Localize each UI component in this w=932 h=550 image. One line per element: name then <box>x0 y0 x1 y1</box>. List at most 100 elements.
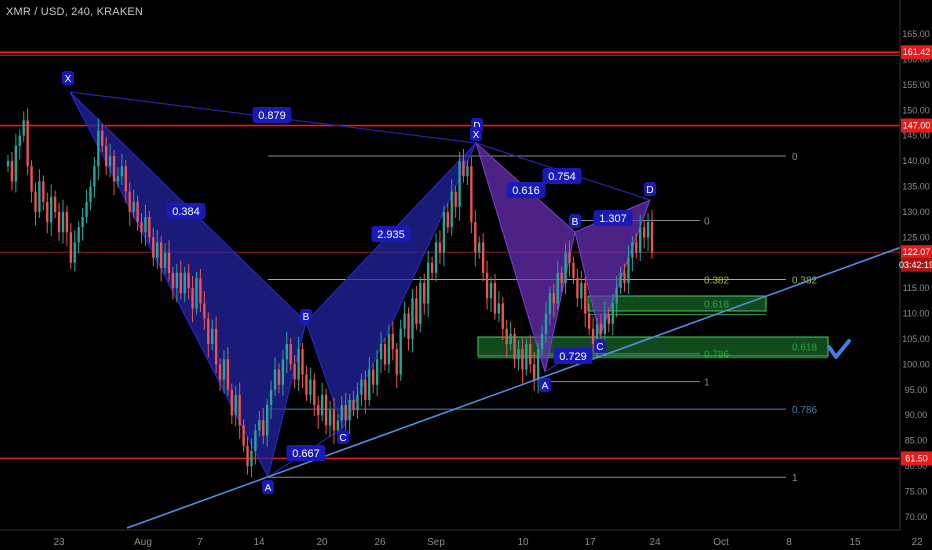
candle-body-50 <box>203 303 206 319</box>
x-tick-8: 17 <box>584 537 596 548</box>
x-tick-9: 24 <box>649 537 661 548</box>
candle-body-116 <box>462 161 465 177</box>
point-label-5: D <box>646 185 653 196</box>
candle-body-127 <box>505 328 508 345</box>
y-tick-150: 150.00 <box>902 105 930 115</box>
candle-body-14 <box>61 211 65 233</box>
y-tick-85: 85.00 <box>905 436 928 446</box>
candle-body-73 <box>293 364 296 380</box>
candle-body-18 <box>77 227 80 243</box>
price-label-2: 122.07 <box>903 247 931 257</box>
candle-body-96 <box>383 344 387 365</box>
candle-body-151 <box>599 323 603 334</box>
candle-body-157 <box>623 272 626 284</box>
candle-body-74 <box>297 349 300 380</box>
x-tick-5: 26 <box>374 537 386 548</box>
point-label-1: A <box>265 483 272 494</box>
time-axis[interactable]: 23 Aug 7 14 20 26 Sep 10 17 24 Oct 8 15 22 <box>0 529 932 550</box>
candle-body-6 <box>30 166 33 192</box>
candle-body-8 <box>38 181 41 212</box>
candle-body-114 <box>454 191 457 207</box>
x-tick-0: 23 <box>53 537 65 548</box>
candle-body-129 <box>513 333 516 360</box>
price-axis[interactable]: 70.0075.0080.0085.0090.0095.00100.00105.… <box>899 0 932 530</box>
candle-body-33 <box>136 201 139 223</box>
candle-body-100 <box>399 328 402 375</box>
point-label-10: C <box>596 342 603 353</box>
candle-body-107 <box>426 262 430 304</box>
candle-body-91 <box>364 379 367 400</box>
candle-body-44 <box>179 272 182 294</box>
candle-body-162 <box>642 227 646 238</box>
candle-body-120 <box>478 242 481 253</box>
price-chart[interactable]: 000.3820.3820.6180.7860.61810.7861 0.879… <box>0 0 932 550</box>
candle-body-17 <box>73 242 76 263</box>
candle-body-152 <box>603 313 607 334</box>
candle-body-141 <box>560 272 563 284</box>
candle-body-104 <box>415 298 418 324</box>
fib-label-4: 0.618 <box>704 300 729 311</box>
candle-body-78 <box>313 379 316 406</box>
ratio-label-2: 2.935 <box>377 229 405 241</box>
candle-body-35 <box>144 216 147 233</box>
candle-body-62 <box>250 450 253 467</box>
candle-body-159 <box>631 242 634 258</box>
candle-body-118 <box>470 166 473 223</box>
candle-body-89 <box>356 394 359 411</box>
candle-body-84 <box>336 420 340 431</box>
price-label-1: 147.00 <box>903 121 931 131</box>
candle-body-131 <box>521 349 524 370</box>
candle-body-158 <box>627 257 630 284</box>
candle-body-16 <box>69 232 73 263</box>
candle-body-5 <box>26 120 29 167</box>
candle-body-146 <box>580 283 583 299</box>
candle-body-140 <box>556 272 559 304</box>
x-tick-3: 14 <box>253 537 265 548</box>
x-tick-13: 22 <box>911 537 923 548</box>
y-tick-115: 115.00 <box>903 283 930 293</box>
candle-body-65 <box>262 420 265 436</box>
candle-body-156 <box>619 272 622 289</box>
y-tick-165: 165.00 <box>902 29 930 39</box>
candle-body-27 <box>112 156 116 182</box>
candle-body-133 <box>529 344 532 365</box>
candle-body-10 <box>46 201 49 223</box>
candle-body-106 <box>423 283 426 304</box>
candle-body-22 <box>93 166 96 187</box>
x-tick-6: Sep <box>427 537 445 548</box>
candle-body-155 <box>615 288 618 304</box>
x-tick-7: 10 <box>517 537 529 548</box>
y-tick-105: 105.00 <box>902 334 930 344</box>
candle-body-7 <box>34 191 37 212</box>
candle-body-137 <box>544 313 548 334</box>
candle-body-88 <box>352 399 355 411</box>
candle-body-87 <box>348 399 351 421</box>
candle-body-57 <box>230 389 234 416</box>
y-tick-90: 90.00 <box>905 410 928 420</box>
candle-body-43 <box>175 272 179 289</box>
candle-body-109 <box>434 242 438 273</box>
point-label-9: A <box>542 381 549 392</box>
candle-body-40 <box>163 252 167 268</box>
candle-body-92 <box>368 369 371 400</box>
candle-body-93 <box>372 369 375 385</box>
candle-body-121 <box>481 242 485 273</box>
candle-body-111 <box>442 211 446 253</box>
fib-label-8: 0.786 <box>792 405 817 416</box>
candle-body-58 <box>234 394 237 416</box>
x-tick-11: 8 <box>786 537 792 548</box>
candle-body-124 <box>493 283 497 314</box>
candle-body-105 <box>419 283 422 324</box>
candle-body-15 <box>65 211 69 233</box>
fib-label-9: 1 <box>792 473 798 484</box>
point-label-6: X <box>473 130 480 141</box>
ratio-label-4: 0.616 <box>512 185 540 197</box>
candle-body-142 <box>564 252 567 284</box>
candle-body-81 <box>324 394 328 426</box>
candle-body-117 <box>466 166 469 177</box>
candle-body-128 <box>509 333 512 345</box>
candle-body-55 <box>222 359 226 380</box>
candle-body-77 <box>309 379 312 395</box>
fib-label-6: 0.618 <box>792 343 817 354</box>
x-tick-4: 20 <box>316 537 328 548</box>
